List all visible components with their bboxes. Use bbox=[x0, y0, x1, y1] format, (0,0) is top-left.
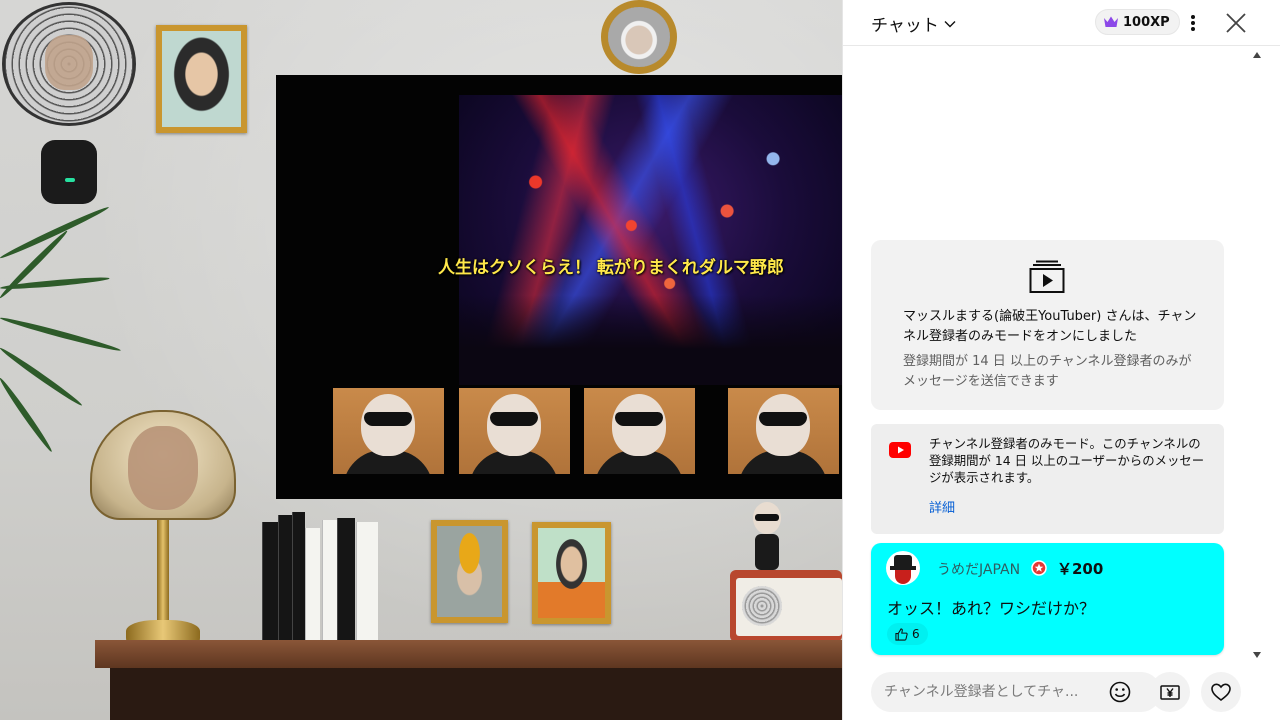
face-tile bbox=[459, 388, 570, 474]
shelf bbox=[95, 640, 842, 668]
like-button[interactable]: 6 bbox=[887, 623, 928, 645]
chat-input-box[interactable] bbox=[871, 672, 1161, 712]
figurine bbox=[749, 502, 785, 572]
book bbox=[262, 522, 278, 640]
super-chat-button[interactable] bbox=[1150, 672, 1190, 712]
concert-stage-image bbox=[459, 95, 842, 385]
book bbox=[292, 512, 305, 640]
notice-main-text: マッスルまする(論破王YouTuber) さんは、チャンネル登録者のみモードをオ… bbox=[903, 309, 1197, 344]
super-chat-amount: ￥200 bbox=[1057, 560, 1104, 578]
fan-decoration bbox=[0, 0, 140, 205]
portrait-frame-top bbox=[156, 25, 247, 133]
members-only-notice: マッスルまする(論破王YouTuber) さんは、チャンネル登録者のみモードをオ… bbox=[871, 240, 1224, 410]
verified-icon bbox=[1031, 560, 1047, 576]
members-mode-text: チャンネル登録者のみモード。このチャンネルの登録期間が 14 日 以上のユーザー… bbox=[929, 436, 1205, 485]
chat-message-input[interactable] bbox=[884, 672, 1104, 712]
face-tile bbox=[584, 388, 695, 474]
scroll-up-arrow[interactable] bbox=[1251, 52, 1263, 62]
video-card-icon bbox=[1029, 260, 1065, 293]
portrait-frame-woman bbox=[532, 522, 611, 624]
xp-badge[interactable]: 100XP bbox=[1095, 9, 1180, 35]
chat-mode-dropdown[interactable]: チャット bbox=[871, 11, 957, 36]
portrait-frame-round bbox=[601, 0, 677, 74]
more-options-button[interactable] bbox=[1183, 11, 1203, 35]
super-chat-message[interactable]: うめだJAPAN ￥200 オッス！あれ？ワシだけか？ 6 bbox=[871, 543, 1224, 655]
radio-decoration bbox=[730, 570, 842, 642]
chat-scrollbar[interactable] bbox=[1251, 50, 1263, 662]
emoji-icon[interactable] bbox=[1108, 680, 1132, 704]
youtube-icon bbox=[889, 442, 911, 458]
like-stream-button[interactable] bbox=[1201, 672, 1241, 712]
fan-base bbox=[41, 140, 97, 204]
book bbox=[337, 518, 355, 640]
crown-icon bbox=[1104, 16, 1118, 27]
tv-caption: 人生はクソくらえ！ 転がりまくれダルマ野郎 bbox=[438, 258, 784, 278]
fan-blade bbox=[45, 35, 93, 90]
video-player[interactable]: 人生はクソくらえ！ 転がりまくれダルマ野郎 bbox=[0, 0, 842, 720]
super-chat-text: オッス！あれ？ワシだけか？ bbox=[887, 599, 1096, 618]
face-tile bbox=[728, 388, 839, 474]
heart-icon bbox=[1211, 683, 1231, 702]
live-chat-panel: チャット 100XP マッスルまする(論破王YouTuber) さんは、チャンネ… bbox=[842, 0, 1280, 720]
kebab-icon bbox=[1191, 15, 1195, 31]
yen-icon bbox=[1160, 685, 1180, 700]
thumbs-up-icon bbox=[895, 627, 908, 641]
avatar[interactable] bbox=[886, 551, 920, 585]
tv-screen: 人生はクソくらえ！ 転がりまくれダルマ野郎 bbox=[276, 75, 842, 499]
details-link[interactable]: 詳細 bbox=[929, 497, 955, 516]
book bbox=[322, 520, 337, 640]
author-name[interactable]: うめだJAPAN bbox=[937, 559, 1020, 579]
close-icon bbox=[1226, 13, 1246, 33]
like-count: 6 bbox=[912, 627, 920, 641]
lamp-stem bbox=[157, 520, 169, 625]
notice-sub-text: 登録期間が 14 日 以上のチャンネル登録者のみがメッセージを送信できます bbox=[903, 354, 1192, 389]
scroll-down-arrow[interactable] bbox=[1251, 652, 1263, 662]
chat-title: チャット bbox=[871, 16, 939, 36]
members-mode-card: チャンネル登録者のみモード。このチャンネルの登録期間が 14 日 以上のユーザー… bbox=[871, 424, 1224, 534]
xp-label: 100XP bbox=[1123, 14, 1170, 30]
book bbox=[278, 515, 292, 640]
chat-header: チャット 100XP bbox=[843, 0, 1280, 46]
portrait-frame-helmet bbox=[431, 520, 508, 623]
book bbox=[305, 528, 320, 640]
face-tile bbox=[333, 388, 444, 474]
book bbox=[356, 522, 378, 640]
chevron-down-icon bbox=[944, 20, 956, 27]
close-chat-button[interactable] bbox=[1223, 10, 1249, 36]
shelf-front bbox=[110, 668, 842, 720]
